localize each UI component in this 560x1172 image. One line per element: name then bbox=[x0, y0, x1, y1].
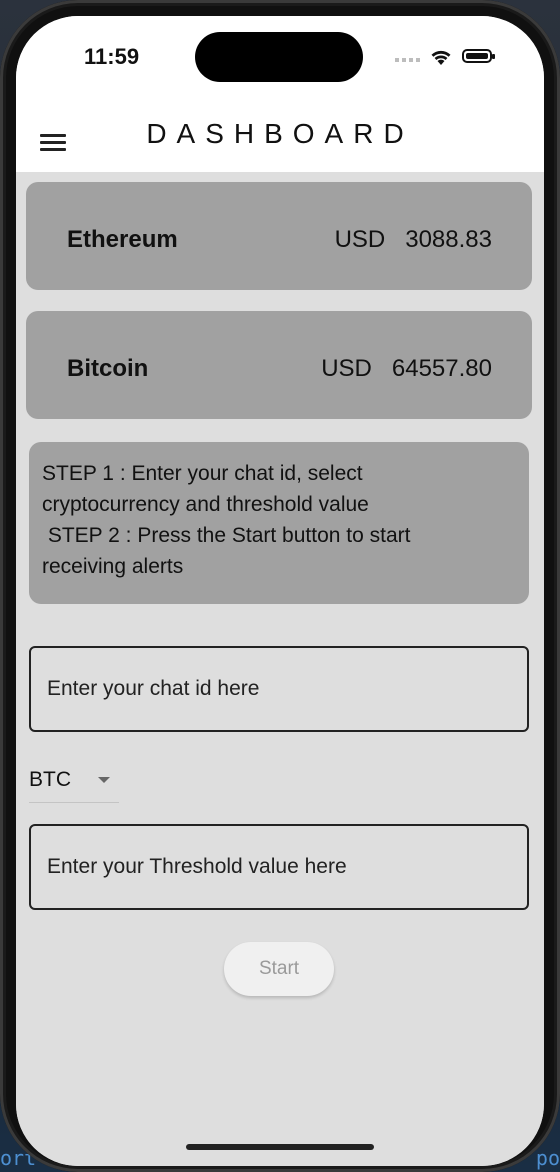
instruction-line: STEP 2 : Press the Start button to start bbox=[42, 524, 411, 547]
dashboard-content: Ethereum USD 3088.83 Bitcoin USD 64557.80 … bbox=[16, 172, 544, 1166]
price-currency: USD bbox=[334, 226, 386, 253]
chat-id-input[interactable] bbox=[29, 646, 529, 732]
coin-name: Bitcoin bbox=[67, 355, 149, 382]
battery-icon bbox=[462, 49, 495, 63]
wifi-icon bbox=[431, 50, 451, 65]
status-time: 11:59 bbox=[84, 44, 140, 69]
phone-screen: 11:59 DASHBOARD Ethereum USD 3088.83 Bitc bbox=[16, 16, 544, 1166]
dynamic-island bbox=[195, 32, 363, 82]
home-indicator[interactable] bbox=[186, 1144, 374, 1150]
price-value: 3088.83 bbox=[405, 226, 492, 253]
price-currency: USD bbox=[321, 355, 372, 382]
instruction-line: STEP 1 : Enter your chat id, select bbox=[42, 462, 363, 485]
crypto-select-value: BTC bbox=[29, 768, 71, 791]
dropdown-arrow-icon bbox=[98, 777, 110, 783]
instruction-line: receiving alerts bbox=[42, 555, 184, 578]
instruction-line: cryptocurrency and threshold value bbox=[42, 493, 369, 516]
coin-name: Ethereum bbox=[67, 226, 178, 253]
price-value: 64557.80 bbox=[391, 355, 492, 382]
price-card-ethereum: Ethereum USD 3088.83 bbox=[26, 182, 532, 290]
threshold-input[interactable] bbox=[29, 824, 529, 910]
signal-icon bbox=[395, 58, 423, 62]
status-bar: 11:59 bbox=[16, 16, 544, 116]
page-title: DASHBOARD bbox=[146, 118, 414, 149]
phone-frame: 11:59 DASHBOARD Ethereum USD 3088.83 Bitc bbox=[0, 0, 560, 1172]
start-button[interactable]: Start bbox=[224, 942, 334, 996]
price-card-bitcoin: Bitcoin USD 64557.80 bbox=[26, 311, 532, 419]
crypto-select-dropdown[interactable]: BTC bbox=[29, 762, 119, 803]
coin-price: USD 3088.83 bbox=[335, 226, 492, 254]
instructions-panel: STEP 1 : Enter your chat id, select cryp… bbox=[29, 442, 529, 604]
coin-price: USD 64557.80 bbox=[321, 355, 492, 383]
app-bar: DASHBOARD bbox=[16, 116, 544, 172]
